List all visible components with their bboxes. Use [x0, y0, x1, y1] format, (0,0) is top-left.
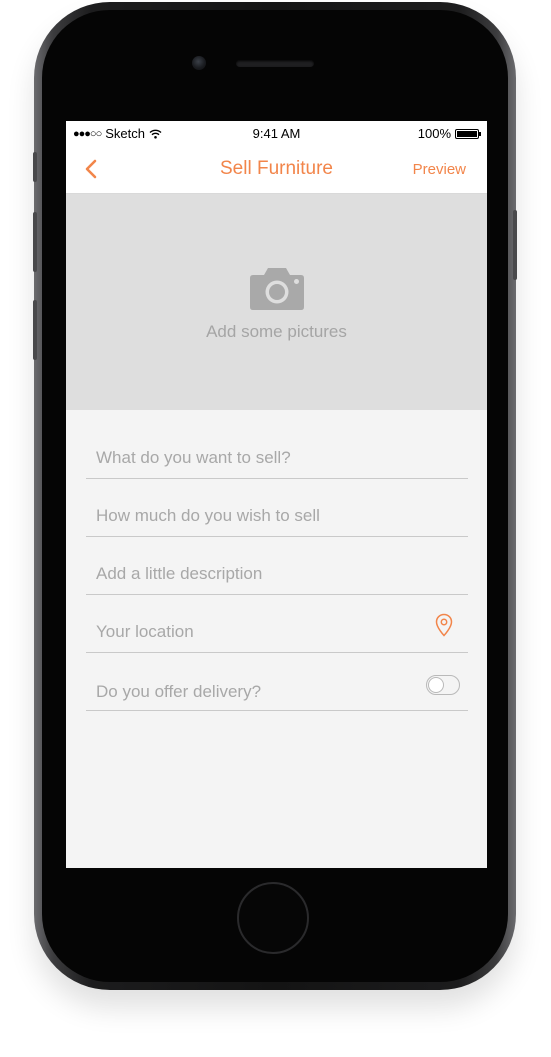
- price-input[interactable]: [86, 496, 468, 536]
- battery-percent: 100%: [417, 126, 451, 141]
- front-camera: [192, 56, 206, 70]
- map-pin-icon[interactable]: [435, 613, 453, 637]
- form-row-price: [86, 479, 468, 537]
- status-battery-group: 100%: [417, 126, 481, 141]
- form-row-title: [86, 421, 468, 479]
- power-button: [513, 210, 517, 280]
- form-row-location: [86, 595, 468, 653]
- description-input[interactable]: [86, 554, 468, 594]
- add-pictures-area[interactable]: Add some pictures: [66, 194, 487, 410]
- status-bar: ●●●○○ Sketch 9:41 AM 100%: [66, 121, 487, 145]
- toggle-knob: [428, 677, 444, 693]
- battery-icon: [455, 128, 481, 139]
- form-row-delivery: Do you offer delivery?: [86, 653, 468, 711]
- home-button[interactable]: [237, 882, 309, 954]
- form-row-description: [86, 537, 468, 595]
- volume-up-button: [33, 212, 37, 272]
- silent-switch: [33, 152, 37, 182]
- add-pictures-label: Add some pictures: [206, 322, 347, 341]
- delivery-toggle[interactable]: [426, 675, 460, 695]
- preview-button[interactable]: Preview: [413, 161, 466, 178]
- item-title-input[interactable]: [86, 438, 468, 478]
- app-screen: ●●●○○ Sketch 9:41 AM 100% Sell Furniture…: [66, 121, 487, 868]
- location-input[interactable]: [86, 612, 468, 652]
- earpiece-speaker: [236, 60, 314, 67]
- camera-icon: [250, 268, 304, 310]
- delivery-label: Do you offer delivery?: [96, 682, 262, 701]
- volume-down-button: [33, 300, 37, 360]
- navigation-bar: Sell Furniture Preview: [66, 145, 487, 194]
